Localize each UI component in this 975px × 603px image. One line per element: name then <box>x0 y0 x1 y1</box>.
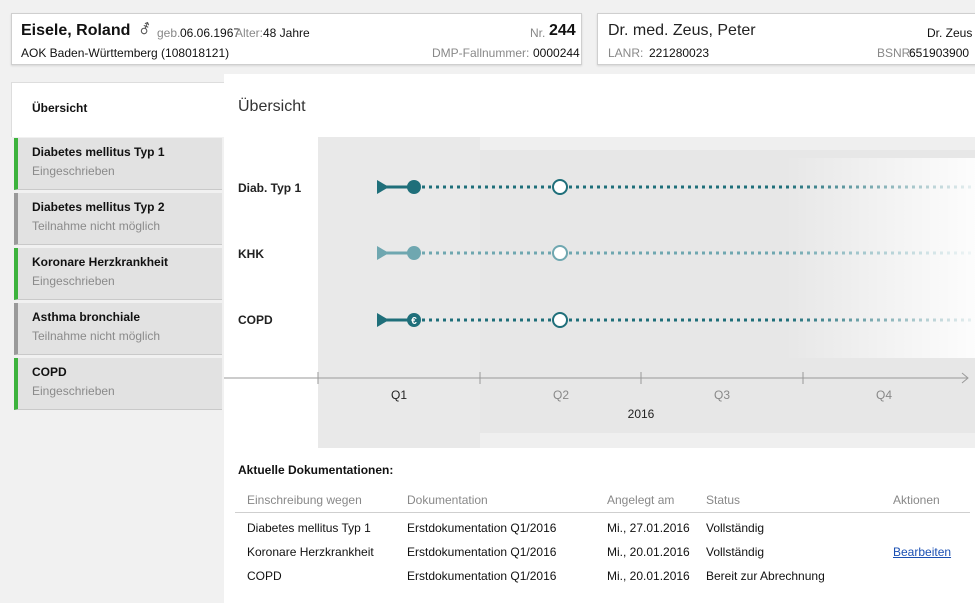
documentation-marker[interactable] <box>407 246 421 260</box>
cell-documentation: Erstdokumentation Q1/2016 <box>407 521 557 535</box>
cell-created: Mi., 20.01.2016 <box>607 545 690 559</box>
cell-created: Mi., 20.01.2016 <box>607 569 690 583</box>
nr-value: 244 <box>549 22 576 39</box>
sidebar: Übersicht Diabetes mellitus Typ 1 Einges… <box>0 74 224 603</box>
cell-documentation: Erstdokumentation Q1/2016 <box>407 569 557 583</box>
next-documentation-marker[interactable] <box>552 179 568 195</box>
cell-status: Vollständig <box>706 521 765 535</box>
table-header-divider <box>235 512 970 513</box>
patient-name: Eisele, Roland <box>21 22 131 39</box>
dmp-timeline: € Q1 Q2 Q3 Q4 2016 <box>224 128 975 448</box>
sidebar-item-status: Eingeschrieben <box>32 274 115 288</box>
tab-uebersicht-label: Übersicht <box>32 101 88 115</box>
dmp-label: DMP-Fallnummer: <box>432 46 530 60</box>
sidebar-item-status: Teilnahme nicht möglich <box>32 329 161 343</box>
tab-uebersicht[interactable]: Übersicht <box>11 82 224 137</box>
row-label-copd: COPD <box>238 313 273 327</box>
cell-status: Bereit zur Abrechnung <box>706 569 825 583</box>
timeline-svg: € Q1 Q2 Q3 Q4 2016 <box>224 137 975 448</box>
quarter-label: Q3 <box>714 388 730 402</box>
sidebar-item-title: Diabetes mellitus Typ 2 <box>32 200 165 214</box>
col-header-status: Status <box>706 493 741 507</box>
sidebar-item-title: Koronare Herzkrankheit <box>32 255 169 269</box>
cell-documentation: Erstdokumentation Q1/2016 <box>407 545 557 559</box>
cell-created: Mi., 27.01.2016 <box>607 521 690 535</box>
cell-enrollment: Diabetes mellitus Typ 1 <box>247 521 371 535</box>
next-documentation-marker[interactable] <box>552 245 568 261</box>
fade-overlay <box>784 158 975 358</box>
sidebar-item-status: Eingeschrieben <box>32 164 115 178</box>
sidebar-item-diabetes-typ2[interactable]: Diabetes mellitus Typ 2 Teilnahme nicht … <box>14 193 222 245</box>
quarter-label: Q2 <box>553 388 569 402</box>
doctor-short: Dr. Zeus <box>927 26 973 40</box>
lanr-label: LANR: <box>608 46 644 60</box>
edit-link[interactable]: Bearbeiten <box>893 545 951 559</box>
row-label-khk: KHK <box>238 247 264 261</box>
insurance: AOK Baden-Württemberg (108018121) <box>21 46 230 60</box>
next-documentation-marker[interactable] <box>552 312 568 328</box>
sidebar-item-title: COPD <box>32 365 67 379</box>
quarter-label: Q1 <box>391 388 407 402</box>
euro-icon: € <box>411 316 417 327</box>
nr-label: Nr. <box>530 26 546 40</box>
year-label: 2016 <box>628 407 655 421</box>
dob-value: 06.06.1967 <box>180 26 241 40</box>
cell-status: Vollständig <box>706 545 765 559</box>
dob-label: geb. <box>157 26 181 40</box>
col-header-actions: Aktionen <box>893 493 940 507</box>
sidebar-item-copd[interactable]: COPD Eingeschrieben <box>14 358 222 410</box>
sidebar-item-title: Asthma bronchiale <box>32 310 141 324</box>
bsnr-value: 651903900 <box>909 46 970 60</box>
dmp-value: 0000244 <box>533 46 580 60</box>
cell-enrollment: Koronare Herzkrankheit <box>247 545 374 559</box>
row-label-diab-typ1: Diab. Typ 1 <box>238 181 302 195</box>
sidebar-item-status: Eingeschrieben <box>32 384 115 398</box>
sidebar-item-status: Teilnahme nicht möglich <box>32 219 161 233</box>
col-header-created: Angelegt am <box>607 493 675 507</box>
doctor-card: Dr. med. Zeus, Peter Dr. Zeus LANR: 2212… <box>597 13 975 65</box>
sidebar-item-khk[interactable]: Koronare Herzkrankheit Eingeschrieben <box>14 248 222 300</box>
page-title: Übersicht <box>238 98 306 115</box>
doctor-name: Dr. med. Zeus, Peter <box>608 22 756 39</box>
col-header-enrollment: Einschreibung wegen <box>247 493 362 507</box>
docs-title: Aktuelle Dokumentationen: <box>238 463 394 477</box>
sidebar-item-title: Diabetes mellitus Typ 1 <box>32 145 165 159</box>
age-label: Alter: <box>235 26 264 40</box>
sidebar-item-diabetes-typ1[interactable]: Diabetes mellitus Typ 1 Eingeschrieben <box>14 138 222 190</box>
lanr-value: 221280023 <box>649 46 710 60</box>
quarter-label: Q4 <box>876 388 892 402</box>
sidebar-item-asthma[interactable]: Asthma bronchiale Teilnahme nicht möglic… <box>14 303 222 355</box>
patient-card: Eisele, Roland ⚦ geb. 06.06.1967 Alter: … <box>11 13 582 65</box>
male-symbol-icon: ⚦ <box>139 21 151 37</box>
col-header-documentation: Dokumentation <box>407 493 488 507</box>
age-value: 48 Jahre <box>263 26 310 40</box>
documentation-marker[interactable] <box>407 180 421 194</box>
cell-enrollment: COPD <box>247 569 282 583</box>
